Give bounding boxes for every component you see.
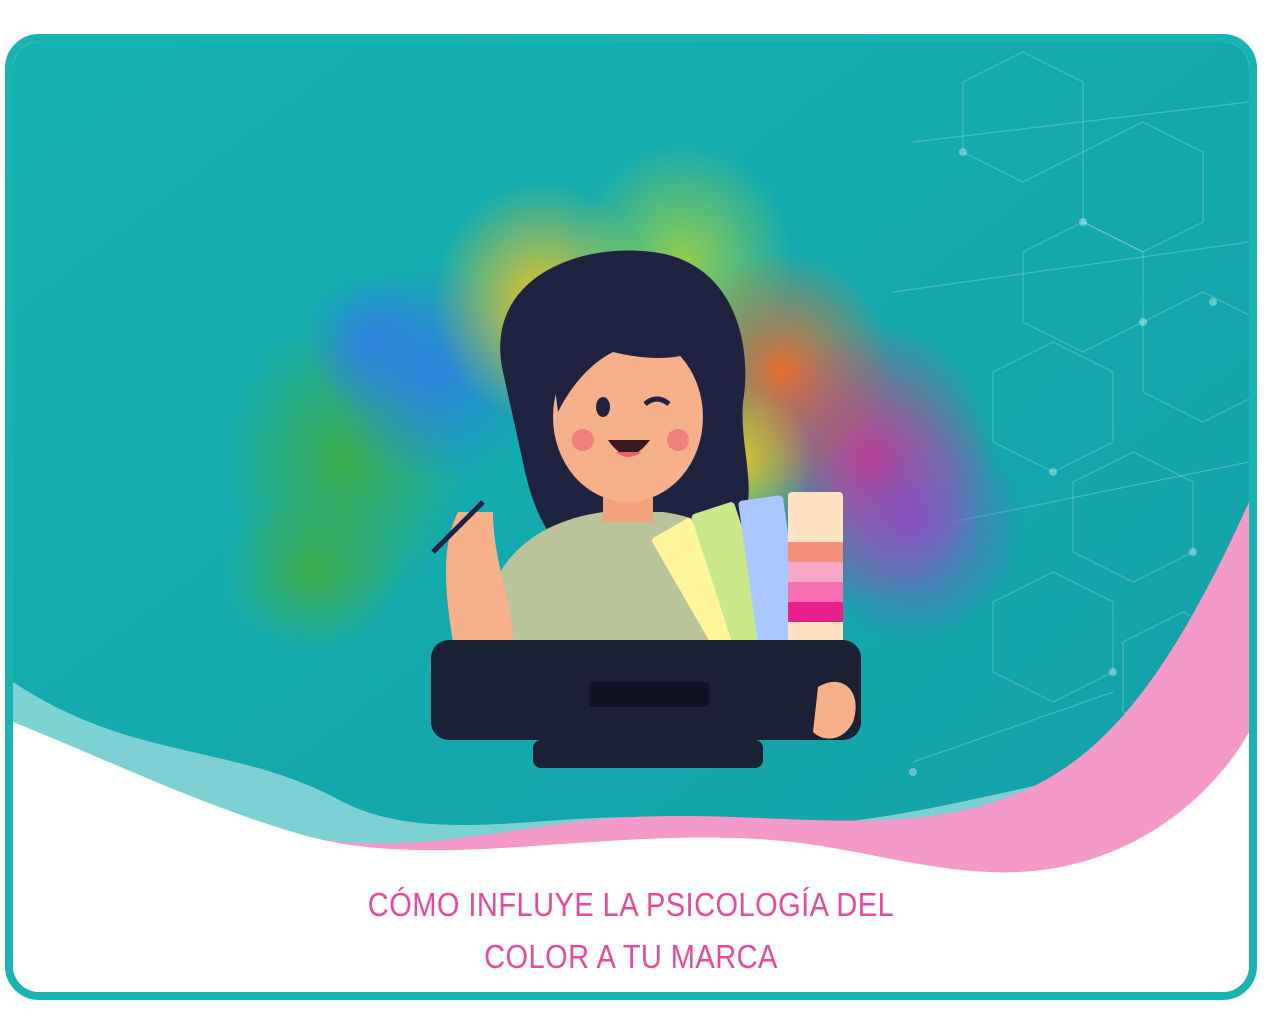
card-frame: CÓMO INFLUYE LA PSICOLOGÍA DEL COLOR A T… <box>5 34 1257 1000</box>
hero-illustration <box>13 42 1249 992</box>
headline-line-2: COLOR A TU MARCA <box>484 938 778 975</box>
headline-line-1: CÓMO INFLUYE LA PSICOLOGÍA DEL <box>367 886 895 923</box>
headline: CÓMO INFLUYE LA PSICOLOGÍA DEL COLOR A T… <box>87 879 1175 983</box>
